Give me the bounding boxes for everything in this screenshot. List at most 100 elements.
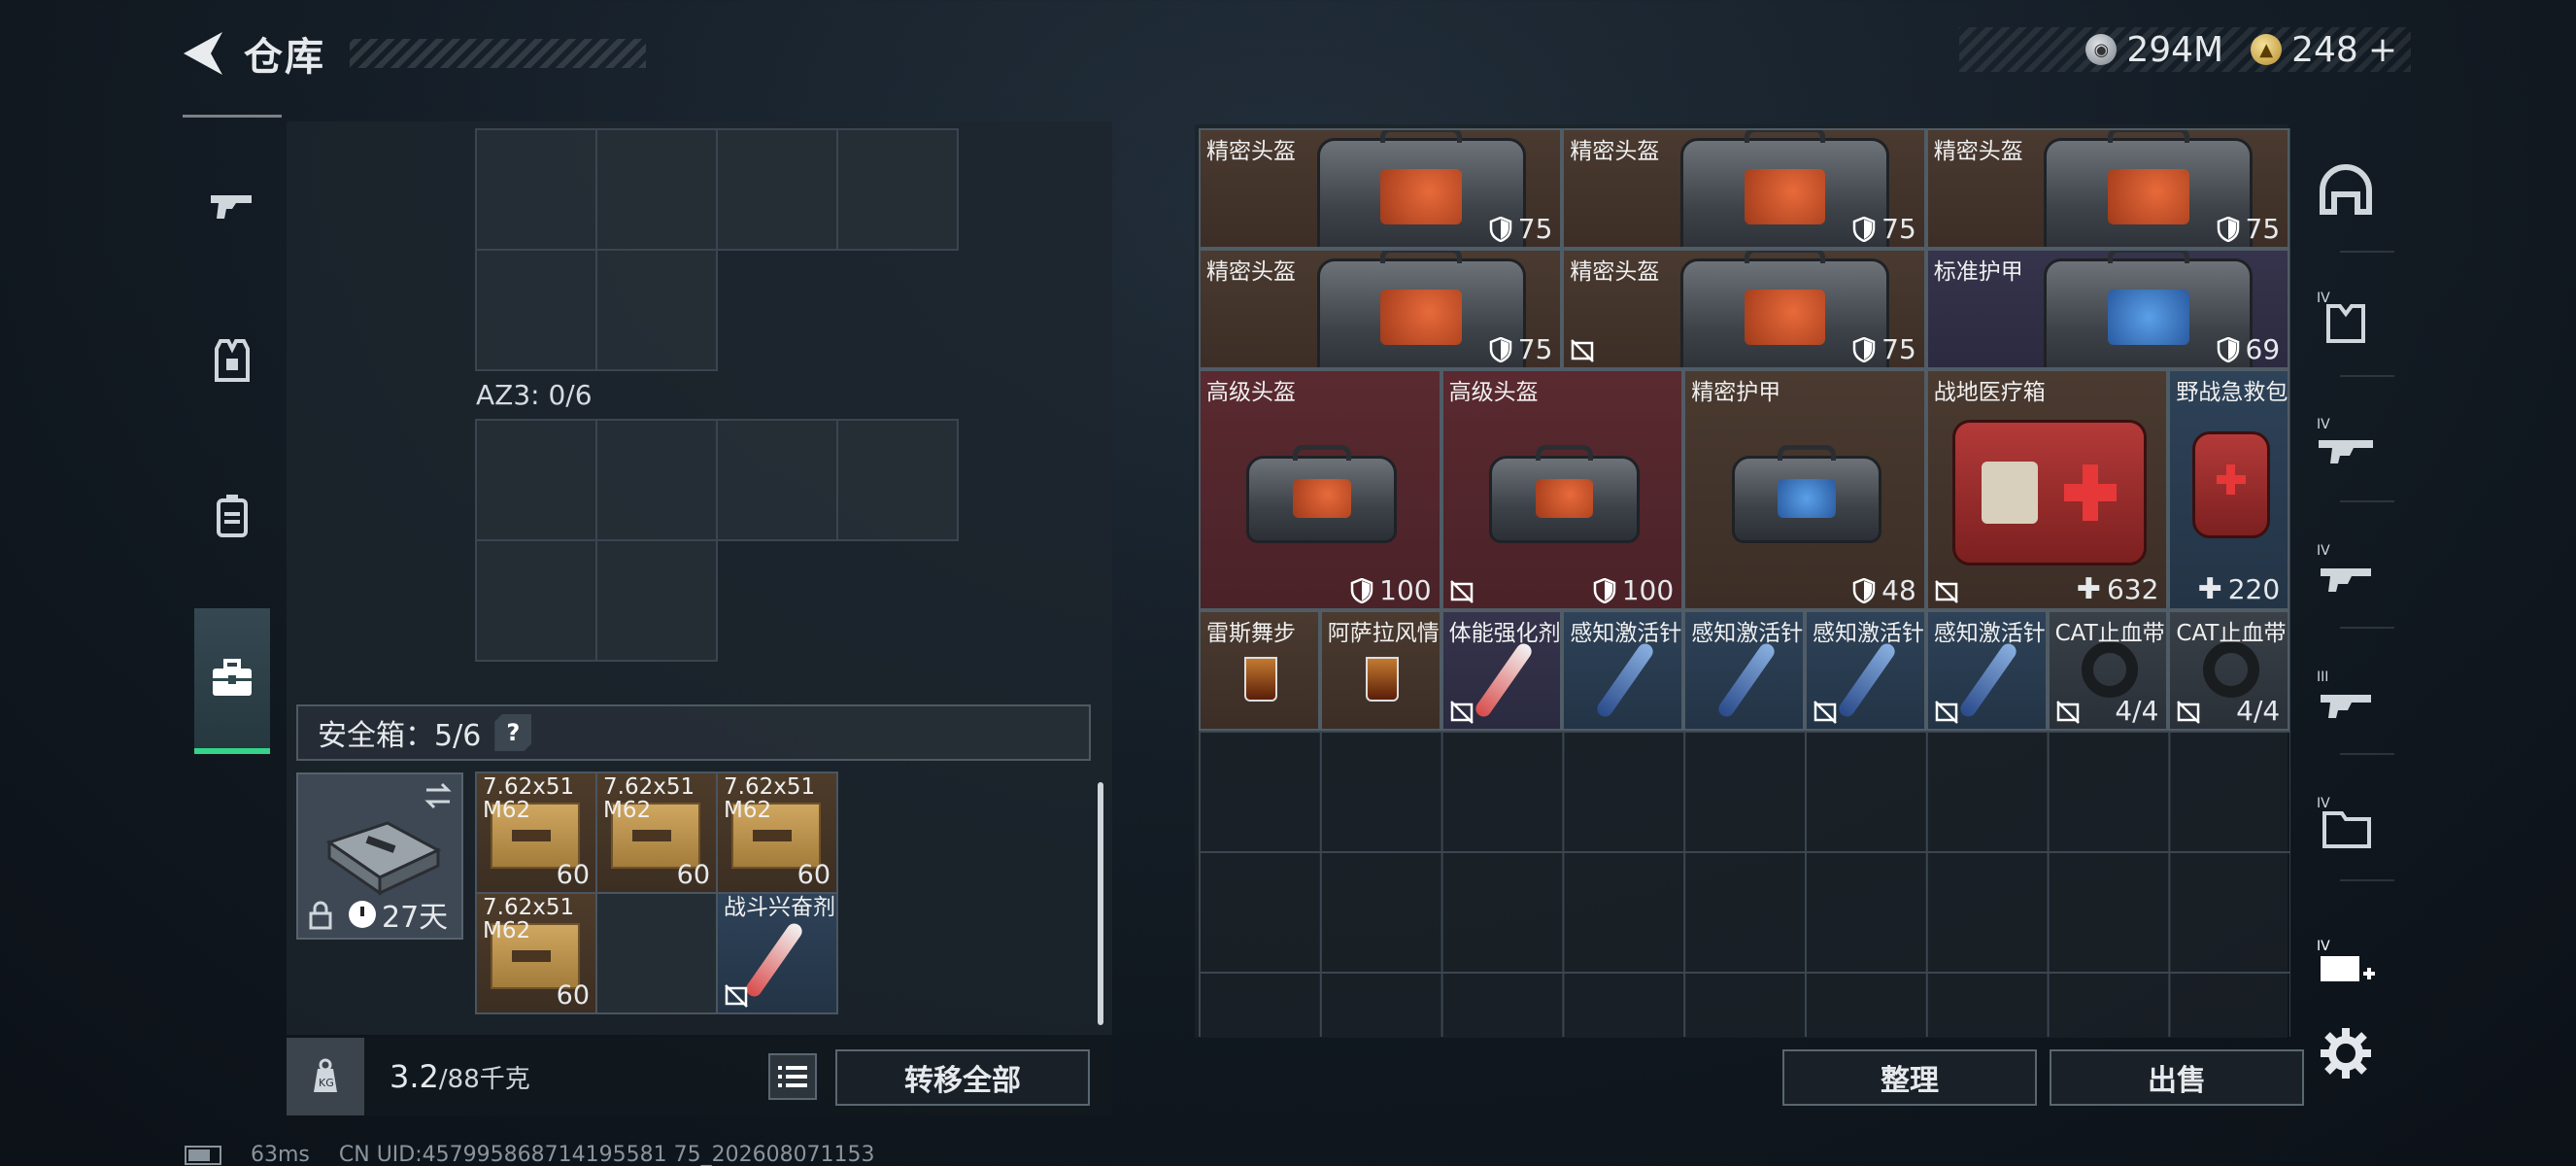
inventory-item-syringe-blue[interactable]: 感知激活针: [1925, 610, 2048, 731]
sort-button[interactable]: 整理: [1782, 1049, 2037, 1106]
inventory-item-tourniquet[interactable]: CAT止血带 4/4: [2047, 610, 2169, 731]
swap-icon[interactable]: [423, 780, 454, 811]
storage-grid-az3: [475, 419, 959, 662]
item-name: CAT止血带: [2176, 621, 2287, 646]
item-name: CAT止血带: [2054, 621, 2165, 646]
svg-text:IV: IV: [2317, 417, 2330, 432]
inventory-item-armor[interactable]: 标准护甲 69: [1925, 249, 2290, 369]
inventory-item-helmet[interactable]: 精密头盔 75: [1199, 128, 1563, 249]
drink-glass-icon: [1244, 657, 1278, 702]
empty-slot[interactable]: [595, 892, 718, 1014]
inventory-item-syringe-red[interactable]: 体能强化剂: [1441, 610, 1563, 731]
shield-icon: [2217, 216, 2239, 242]
first-aid-pack-icon: [2191, 431, 2270, 538]
grid-slot[interactable]: [716, 419, 838, 541]
filter-helmet[interactable]: [2315, 161, 2377, 223]
safe-box-title: 安全箱：5/6: [318, 719, 482, 753]
gold-amount: 248: [2291, 29, 2358, 70]
sell-button[interactable]: 出售: [2050, 1049, 2304, 1106]
inventory-item-syringe-blue[interactable]: 感知激活针: [1805, 610, 1926, 731]
safe-box-timer: 27天: [349, 893, 448, 936]
item-name: 7.62x51 M62: [483, 895, 575, 943]
ammo-item[interactable]: 7.62x51 M62 60: [475, 772, 597, 894]
item-name: 标准护甲: [1933, 259, 2023, 285]
settings-button[interactable]: [2315, 1022, 2377, 1084]
item-name: 阿萨拉风情: [1327, 621, 1440, 646]
transfer-all-button[interactable]: 转移全部: [835, 1049, 1090, 1106]
filter-gun-iii[interactable]: III: [2315, 666, 2377, 728]
inventory-item-armor[interactable]: 精密护甲 48: [1683, 369, 1926, 610]
safe-box-case[interactable]: 27天: [296, 772, 463, 940]
grid-slot[interactable]: [475, 419, 597, 541]
scrollbar[interactable]: [1098, 782, 1103, 1025]
silver-amount: 294M: [2126, 29, 2224, 70]
item-name: 感知激活针: [1813, 621, 1924, 646]
no-trade-icon: [1449, 580, 1474, 603]
nav-tab-backpack[interactable]: [183, 443, 282, 589]
inventory-item-helmet[interactable]: 高级头盔 100: [1199, 369, 1441, 610]
stimulant-item[interactable]: 战斗兴奋剂: [716, 892, 838, 1014]
list-view-button[interactable]: [768, 1053, 817, 1100]
grid-slot[interactable]: [595, 419, 718, 541]
inventory-item-medkit[interactable]: 战地医疗箱 ✚ 632: [1925, 369, 2169, 610]
right-footer: 整理 出售: [1195, 1038, 2304, 1115]
item-count: 60: [676, 860, 710, 890]
inventory-item-syringe-blue[interactable]: 感知激活针: [1562, 610, 1684, 731]
medical-kit-icon: [1951, 420, 2147, 566]
inventory-item-helmet[interactable]: 精密头盔 75: [1199, 249, 1563, 369]
gold-currency[interactable]: ▲ 248 +: [2251, 30, 2397, 70]
grid-slot[interactable]: [475, 128, 597, 251]
ammo-item[interactable]: 7.62x51 M62 60: [716, 772, 838, 894]
filter-add-iv[interactable]: IV: [2315, 935, 2377, 997]
inventory-item-helmet[interactable]: 精密头盔 75: [1562, 249, 1926, 369]
backpack-icon: [217, 495, 248, 537]
nav-divider: [183, 115, 282, 118]
grid-slot[interactable]: [595, 128, 718, 251]
gold-coin-icon: ▲: [2251, 34, 2283, 65]
item-name: 7.62x51 M62: [483, 774, 575, 823]
ammo-item[interactable]: 7.62x51 M62 60: [475, 892, 597, 1014]
shield-icon: [1852, 216, 1876, 242]
item-value: 48: [1852, 574, 1916, 606]
nav-tab-weapons[interactable]: [183, 132, 282, 278]
inventory-item-helmet[interactable]: 高级头盔 100: [1441, 369, 1684, 610]
item-value-text: 48: [1881, 574, 1916, 606]
filter-rifle-iv[interactable]: IV: [2315, 413, 2377, 475]
grid-slot[interactable]: [595, 539, 718, 662]
item-name: 野战急救包: [2176, 380, 2288, 405]
item-count: 60: [556, 860, 590, 890]
item-value-text: 100: [1621, 574, 1675, 606]
inventory-item-helmet[interactable]: 精密头盔 75: [1562, 128, 1926, 249]
inventory-item-helmet[interactable]: 精密头盔 75: [1925, 128, 2290, 249]
item-name: 精密头盔: [1933, 139, 2023, 164]
grid-slot[interactable]: [475, 249, 597, 371]
inventory-item-tourniquet[interactable]: CAT止血带 4/4: [2168, 610, 2290, 731]
svg-text:III: III: [2317, 669, 2328, 685]
syringe-icon: [1593, 640, 1656, 720]
grid-slot[interactable]: [595, 249, 718, 371]
shield-icon: [1852, 336, 1876, 362]
filter-folder-iv[interactable]: IV: [2315, 792, 2377, 854]
inventory-item-drink[interactable]: 雷斯舞步: [1199, 610, 1320, 731]
no-trade-icon: [1813, 701, 1837, 724]
silver-currency[interactable]: ◉ 294M: [2085, 30, 2223, 70]
item-name: 7.62x51 M62: [603, 774, 695, 823]
help-icon[interactable]: ?: [494, 714, 532, 751]
inventory-item-drink[interactable]: 阿萨拉风情: [1319, 610, 1441, 731]
nav-divider: [2340, 753, 2394, 755]
nav-tab-armor[interactable]: [183, 288, 282, 433]
grid-slot[interactable]: [836, 419, 959, 541]
grid-slot[interactable]: [716, 128, 838, 251]
add-gold-icon[interactable]: +: [2368, 30, 2397, 70]
back-arrow-icon[interactable]: [180, 28, 226, 79]
grid-slot[interactable]: [475, 539, 597, 662]
grid-slot[interactable]: [836, 128, 959, 251]
nav-tab-safebox[interactable]: [194, 608, 270, 754]
nav-divider: [2340, 627, 2394, 629]
grid-gap: [836, 249, 959, 371]
inventory-item-firstaid[interactable]: 野战急救包 ✚ 220: [2168, 369, 2290, 610]
ammo-item[interactable]: 7.62x51 M62 60: [595, 772, 718, 894]
filter-armor-iv[interactable]: IV: [2315, 287, 2377, 349]
filter-gun-iv[interactable]: IV: [2315, 539, 2377, 601]
inventory-item-syringe-blue[interactable]: 感知激活针: [1683, 610, 1805, 731]
